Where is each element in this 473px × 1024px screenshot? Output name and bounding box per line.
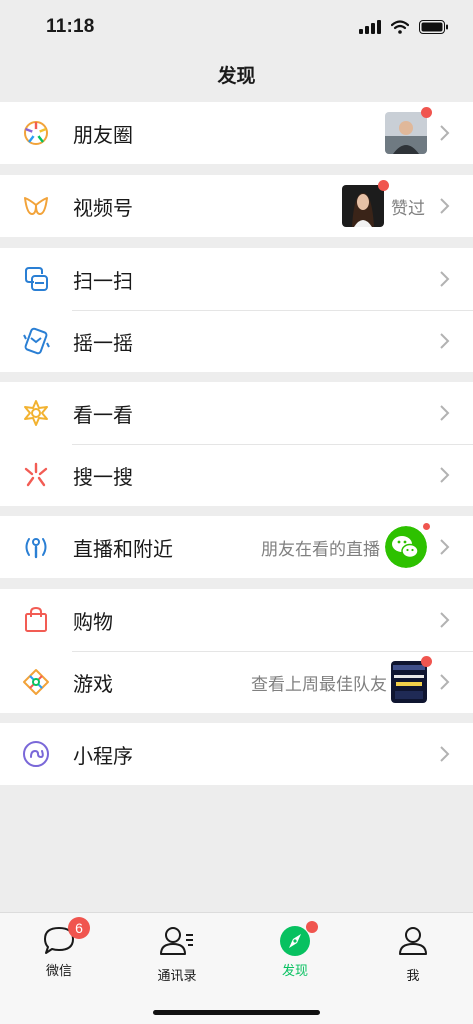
- status-time: 11:18: [46, 16, 95, 37]
- chat-bubble-icon: 6: [42, 917, 90, 957]
- menu-item-label: 视频号: [73, 197, 133, 220]
- tab-label: 微信: [45, 963, 72, 978]
- tab-discover[interactable]: 发现: [236, 921, 354, 979]
- menu-item-label: 小程序: [73, 745, 133, 768]
- notification-dot: [421, 656, 432, 667]
- chevron-right-icon: [440, 612, 450, 628]
- shopping-bag-icon: [22, 606, 50, 634]
- games-icon: [22, 668, 50, 696]
- scan-icon: [22, 265, 50, 293]
- page-title: 发现: [217, 66, 256, 87]
- menu-item-search[interactable]: 搜一搜: [0, 444, 473, 506]
- chevron-right-icon: [440, 198, 450, 214]
- notification-dot: [306, 921, 318, 933]
- games-thumbnail: [391, 661, 427, 703]
- contacts-icon: [159, 925, 195, 962]
- wechat-logo-icon: [385, 526, 427, 568]
- tab-contacts[interactable]: 通讯录: [118, 925, 236, 984]
- group-scan-shake: 扫一扫 摇一摇: [0, 248, 473, 372]
- group-live: 直播和附近 朋友在看的直播: [0, 516, 473, 578]
- notification-dot: [378, 180, 389, 191]
- tab-me[interactable]: 我: [354, 925, 472, 984]
- menu-item-channels[interactable]: 视频号 赞过: [0, 175, 473, 237]
- group-channels: 视频号 赞过: [0, 175, 473, 237]
- channels-icon: [22, 192, 50, 220]
- top-stories-icon: [22, 399, 50, 427]
- channels-thumbnail: [342, 185, 384, 227]
- home-indicator[interactable]: [153, 1010, 320, 1015]
- tab-label: 通讯录: [157, 968, 197, 983]
- games-best-teammate-text: 查看上周最佳队友: [251, 674, 387, 694]
- menu-item-label: 游戏: [73, 673, 113, 696]
- mini-program-icon: [22, 740, 50, 768]
- menu-item-shopping[interactable]: 购物: [0, 589, 473, 651]
- status-icons: [359, 20, 449, 34]
- menu-item-label: 摇一摇: [73, 332, 133, 355]
- notification-dot: [421, 107, 432, 118]
- moments-thumbnail: [385, 112, 427, 154]
- chevron-right-icon: [440, 746, 450, 762]
- battery-icon: [419, 20, 448, 34]
- group-shopping-games: 购物 游戏 查看上周最佳队友: [0, 589, 473, 713]
- menu-item-moments[interactable]: 朋友圈: [0, 102, 473, 164]
- chevron-right-icon: [440, 405, 450, 421]
- chevron-right-icon: [440, 271, 450, 287]
- menu-item-shake[interactable]: 摇一摇: [0, 310, 473, 372]
- menu-item-label: 扫一扫: [73, 270, 133, 293]
- menu-item-label: 搜一搜: [73, 466, 133, 489]
- live-friends-watching-text: 朋友在看的直播: [261, 539, 380, 559]
- status-bar: 11:18: [0, 0, 473, 54]
- group-stories-search: 看一看 搜一搜: [0, 382, 473, 506]
- shake-icon: [22, 327, 50, 355]
- compass-icon: [278, 921, 318, 957]
- live-nearby-icon: [22, 533, 50, 561]
- chevron-right-icon: [440, 674, 450, 690]
- group-moments: 朋友圈: [0, 102, 473, 164]
- chevron-right-icon: [440, 539, 450, 555]
- menu-item-label: 看一看: [73, 404, 133, 427]
- menu-item-mini-programs[interactable]: 小程序: [0, 723, 473, 785]
- unread-badge: 6: [68, 917, 90, 939]
- bottom-tab-bar: 6 微信 通讯录 发现 我: [0, 912, 473, 1024]
- chevron-right-icon: [440, 333, 450, 349]
- chevron-right-icon: [440, 125, 450, 141]
- search-icon: [22, 461, 50, 489]
- menu-item-live-nearby[interactable]: 直播和附近 朋友在看的直播: [0, 516, 473, 578]
- tab-label: 发现: [281, 963, 308, 978]
- menu-item-label: 直播和附近: [73, 538, 173, 561]
- tab-label: 我: [406, 968, 420, 983]
- menu-item-scan[interactable]: 扫一扫: [0, 248, 473, 310]
- notification-dot: [421, 521, 432, 532]
- moments-icon: [22, 119, 50, 147]
- group-mini-programs: 小程序: [0, 723, 473, 785]
- chevron-right-icon: [440, 467, 450, 483]
- menu-item-games[interactable]: 游戏 查看上周最佳队友: [0, 651, 473, 713]
- menu-item-label: 购物: [73, 611, 113, 634]
- person-icon: [396, 925, 430, 962]
- channels-liked-text: 赞过: [391, 198, 425, 218]
- tab-chats[interactable]: 6 微信: [0, 917, 118, 979]
- menu-item-top-stories[interactable]: 看一看: [0, 382, 473, 444]
- wifi-icon: [391, 20, 409, 34]
- menu-item-label: 朋友圈: [73, 124, 133, 147]
- signal-icon: [359, 20, 381, 34]
